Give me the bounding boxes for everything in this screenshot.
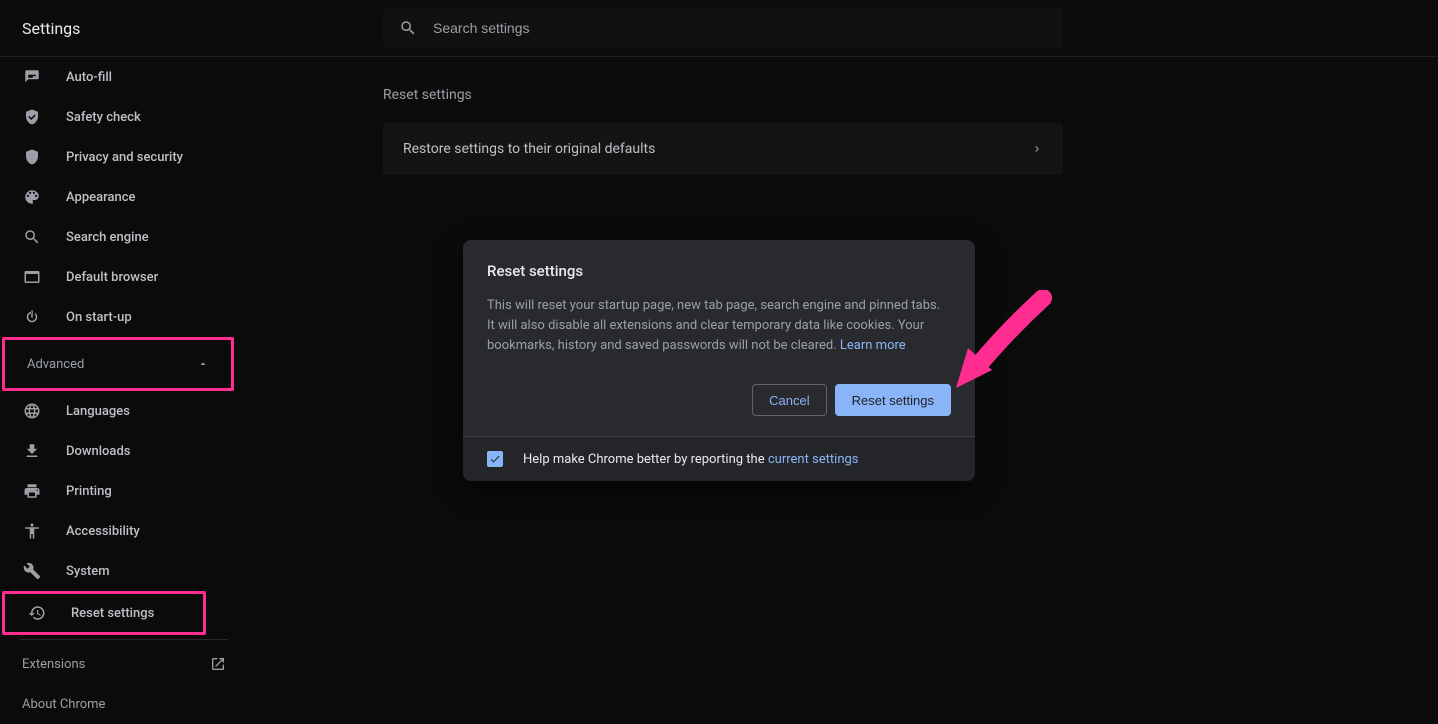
reset-settings-dialog: Reset settings This will reset your star… bbox=[463, 240, 975, 481]
reset-settings-button[interactable]: Reset settings bbox=[835, 384, 951, 416]
footer-text: Help make Chrome better by reporting the… bbox=[523, 452, 859, 467]
dialog-body: Reset settings This will reset your star… bbox=[463, 240, 975, 436]
report-checkbox[interactable] bbox=[487, 451, 503, 467]
learn-more-link[interactable]: Learn more bbox=[840, 338, 906, 353]
dialog-actions: Cancel Reset settings bbox=[487, 384, 951, 416]
footer-text-content: Help make Chrome better by reporting the bbox=[523, 452, 768, 467]
cancel-button[interactable]: Cancel bbox=[752, 384, 826, 416]
dialog-text: This will reset your startup page, new t… bbox=[487, 296, 951, 356]
current-settings-link[interactable]: current settings bbox=[768, 452, 859, 467]
dialog-title: Reset settings bbox=[487, 262, 951, 280]
modal-backdrop: Reset settings This will reset your star… bbox=[0, 0, 1438, 717]
check-icon bbox=[489, 453, 501, 465]
dialog-footer: Help make Chrome better by reporting the… bbox=[463, 436, 975, 481]
